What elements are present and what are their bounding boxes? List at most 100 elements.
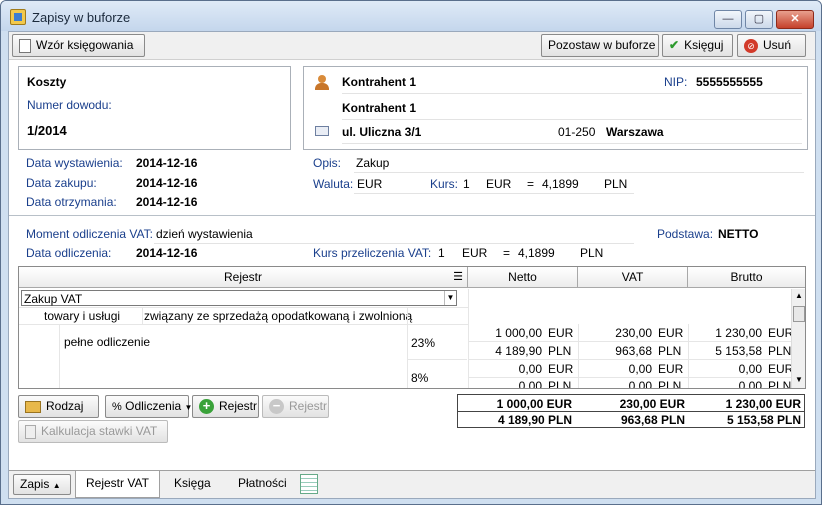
pozostaw-w-buforze-button[interactable]: Pozostaw w buforze: [541, 34, 659, 57]
vat-currency: PLN: [658, 379, 682, 389]
column-header-netto[interactable]: Netto: [468, 267, 578, 288]
column-header-brutto[interactable]: Brutto: [688, 267, 805, 288]
delete-icon: ⊘: [744, 38, 758, 53]
data-otrzymania-field[interactable]: 2014-12-16: [136, 195, 197, 209]
row-line: [469, 341, 791, 342]
col-line: [407, 308, 408, 388]
add-rejestr-button[interactable]: + Rejestr: [192, 395, 259, 418]
minus-circle-icon: −: [269, 399, 284, 415]
kontrahent-panel: Kontrahent 1 NIP: 5555555555 Kontrahent …: [303, 66, 808, 150]
kalkulacja-stawki-vat-button[interactable]: Kalkulacja stawki VAT: [18, 420, 168, 443]
rejestr-select[interactable]: Zakup VAT ▼: [21, 290, 457, 306]
vertical-scrollbar[interactable]: ▲ ▼: [791, 289, 805, 388]
kurs-value[interactable]: 4,1899: [542, 177, 579, 191]
podstawa-field[interactable]: NETTO: [718, 227, 758, 241]
vat-value[interactable]: 0,00: [584, 362, 652, 376]
opis-field[interactable]: Zakup: [356, 156, 389, 170]
kontrahent-name[interactable]: Kontrahent 1: [342, 75, 416, 89]
moment-odliczenia-field[interactable]: dzień wystawienia: [156, 227, 253, 241]
address-card-icon: [315, 126, 329, 136]
scroll-down-icon[interactable]: ▼: [795, 375, 803, 384]
kurs-przeliczenia-currency: EUR: [462, 246, 488, 260]
brutto-value[interactable]: 5 153,58: [694, 344, 762, 358]
divider: [342, 143, 802, 144]
netto-currency: EUR: [548, 326, 574, 340]
tab-bar: Zapis ▲ Rejestr VAT Księga Płatności: [9, 470, 815, 498]
vat-value[interactable]: 963,68: [584, 344, 652, 358]
city: Warszawa: [606, 125, 664, 139]
data-wystawienia-field[interactable]: 2014-12-16: [136, 156, 197, 170]
total-vat-pln: 963,68 PLN: [620, 413, 685, 427]
chevron-down-icon[interactable]: ▼: [444, 291, 456, 305]
close-button[interactable]: ✕: [776, 10, 814, 29]
vat-value[interactable]: 230,00: [584, 326, 652, 340]
street-address: ul. Uliczna 3/1: [342, 125, 422, 139]
data-odliczenia-field[interactable]: 2014-12-16: [136, 246, 197, 260]
total-brutto-eur: 1 230,00 EUR: [725, 397, 801, 411]
data-wystawienia-label: Data wystawienia:: [26, 156, 123, 170]
netto-value[interactable]: 4 189,90: [474, 344, 542, 358]
rodzaj-button[interactable]: Rodzaj: [18, 395, 99, 418]
brutto-value[interactable]: 1 230,00: [694, 326, 762, 340]
checkmark-icon: ✔: [669, 38, 680, 53]
window-title: Zapisy w buforze: [32, 10, 131, 25]
column-menu-icon[interactable]: ☰: [453, 267, 463, 287]
minimize-button[interactable]: —: [714, 10, 742, 29]
calculator-icon: [25, 424, 36, 439]
opis-label: Opis:: [313, 156, 342, 170]
netto-currency: PLN: [548, 344, 572, 358]
wzor-ksiegowania-button[interactable]: Wzór księgowania: [12, 34, 145, 57]
kurs-currency: EUR: [486, 177, 512, 191]
row-line: [19, 307, 468, 308]
vat-currency: PLN: [658, 344, 682, 358]
row-line: [19, 324, 468, 325]
zapis-button[interactable]: Zapis ▲: [13, 474, 71, 495]
netto-value[interactable]: 1 000,00: [474, 326, 542, 340]
vat-currency: EUR: [658, 326, 684, 340]
tab-notes[interactable]: [300, 471, 318, 497]
scroll-up-icon[interactable]: ▲: [795, 291, 803, 300]
waluta-field[interactable]: EUR: [357, 177, 382, 191]
brutto-value[interactable]: 0,00: [694, 379, 762, 388]
col-line: [59, 325, 60, 388]
plus-circle-icon: +: [199, 399, 214, 415]
kurs-qty[interactable]: 1: [463, 177, 470, 191]
tab-platnosci[interactable]: Płatności: [228, 471, 297, 497]
vat-value[interactable]: 0,00: [584, 379, 652, 388]
brutto-value[interactable]: 0,00: [694, 362, 762, 376]
ksieguj-button[interactable]: ✔ Księguj: [662, 34, 733, 57]
person-icon: [315, 75, 329, 90]
divider: [342, 93, 802, 94]
remove-rejestr-button[interactable]: − Rejestr: [262, 395, 329, 418]
postal-code: 01-250: [558, 125, 596, 139]
moment-odliczenia-label: Moment odliczenia VAT:: [26, 227, 153, 241]
tab-ksiega[interactable]: Księga: [164, 471, 221, 497]
divider: [154, 243, 634, 244]
total-vat-eur: 230,00 EUR: [619, 397, 685, 411]
brutto-currency: EUR: [768, 326, 794, 340]
notepad-icon: [300, 474, 318, 494]
data-zakupu-field[interactable]: 2014-12-16: [136, 176, 197, 190]
percent-icon: %: [112, 401, 122, 413]
maximize-button[interactable]: ▢: [745, 10, 773, 29]
scroll-thumb[interactable]: [793, 306, 805, 322]
netto-value[interactable]: 0,00: [474, 379, 542, 388]
towar-type[interactable]: towary i usługi: [44, 309, 120, 323]
row-line: [408, 359, 467, 360]
numer-dowodu-field[interactable]: 1/2014: [27, 123, 67, 138]
col-line: [468, 289, 469, 388]
usun-button[interactable]: ⊘ Usuń: [737, 34, 806, 57]
column-header-rejestr[interactable]: Rejestr ☰: [19, 267, 468, 288]
tab-rejestr-vat[interactable]: Rejestr VAT: [75, 471, 160, 498]
waluta-label: Waluta:: [313, 177, 354, 191]
column-header-vat[interactable]: VAT: [578, 267, 688, 288]
numer-dowodu-label: Numer dowodu:: [27, 98, 112, 112]
odliczenie-type[interactable]: pełne odliczenie: [64, 335, 150, 349]
data-otrzymania-label: Data otrzymania:: [26, 195, 117, 209]
netto-value[interactable]: 0,00: [474, 362, 542, 376]
zwiazane-ze-sprzedaza[interactable]: związany ze sprzedażą opodatkowaną i zwo…: [144, 309, 412, 323]
kurs-przeliczenia-value[interactable]: 4,1899: [518, 246, 555, 260]
totals-divider: [458, 411, 804, 412]
kurs-przeliczenia-qty[interactable]: 1: [438, 246, 445, 260]
odliczenia-dropdown-button[interactable]: % Odliczenia ▼: [105, 395, 192, 418]
